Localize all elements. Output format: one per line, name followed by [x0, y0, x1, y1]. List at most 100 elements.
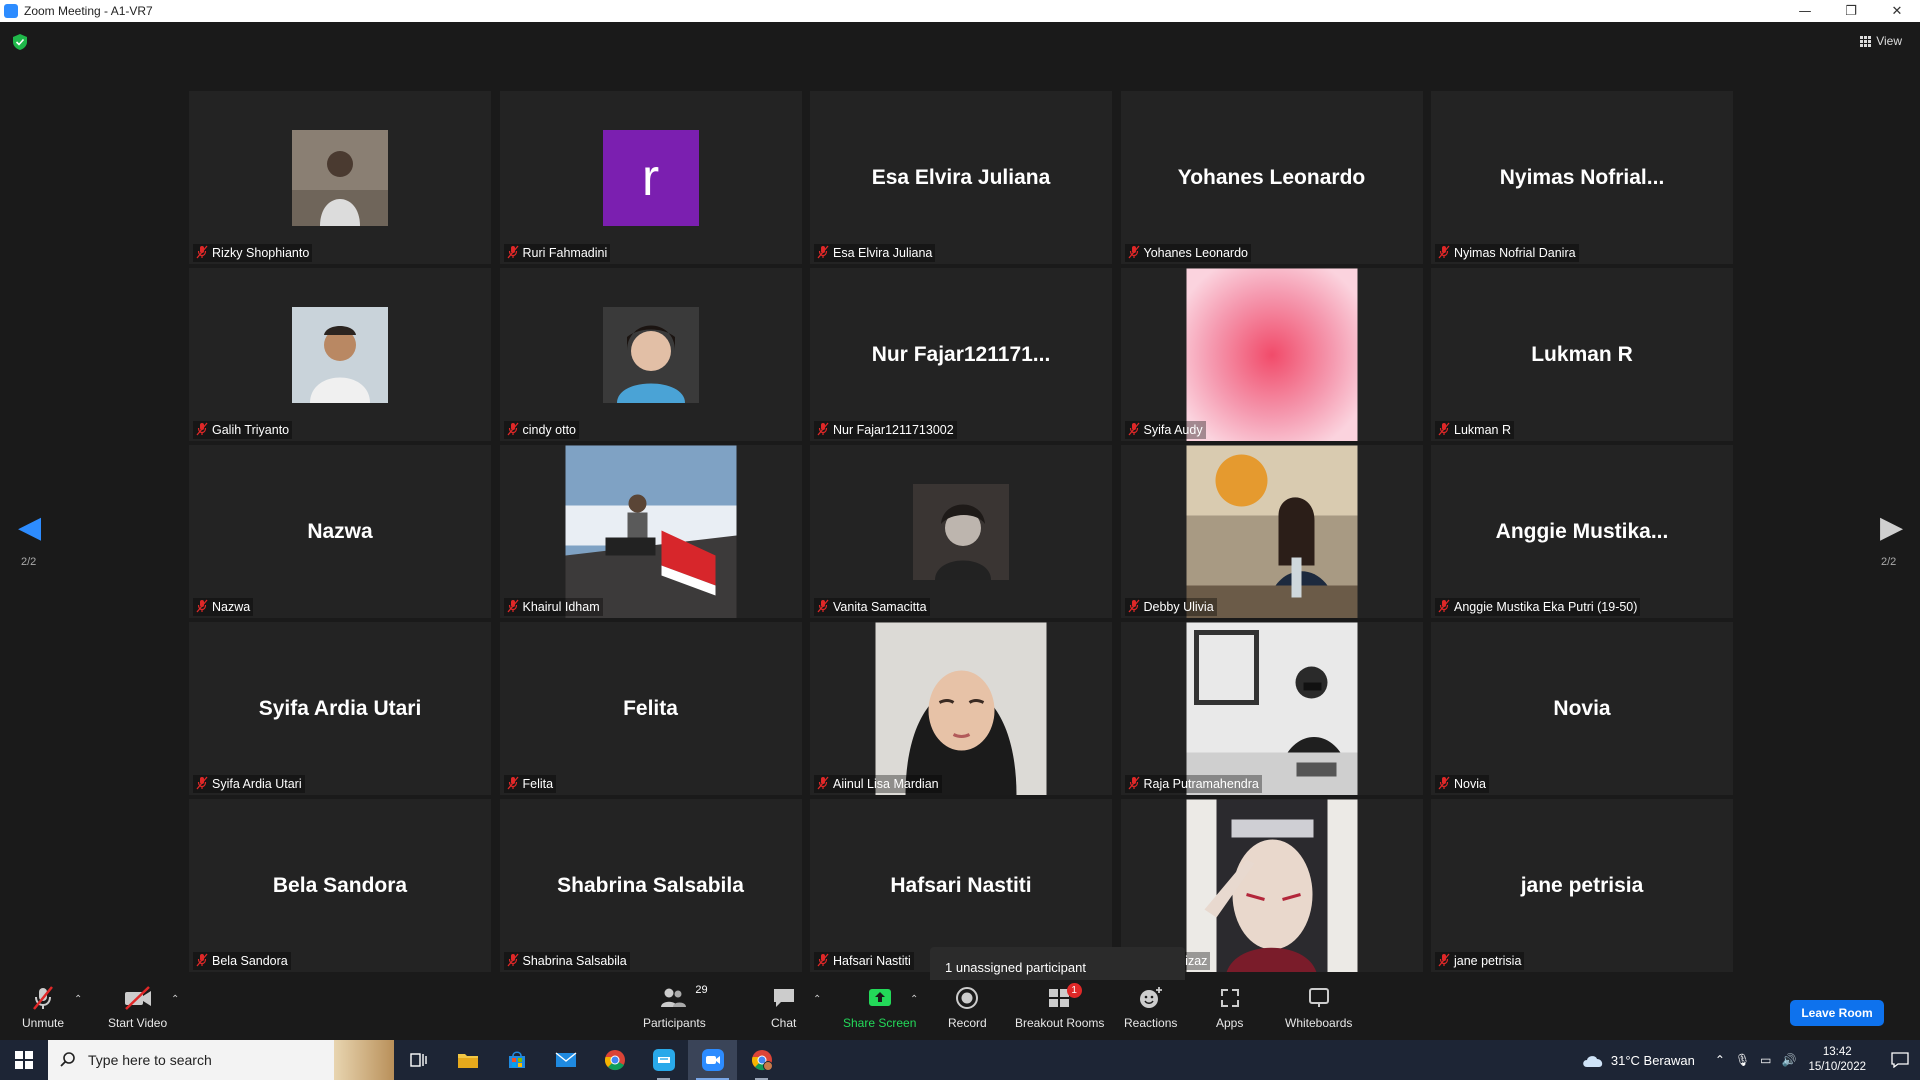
meeting-toolbar: Unmute ⌃ Start Video ⌃ 29 Participants C…: [0, 980, 1920, 1040]
start-video-button[interactable]: Start Video: [108, 984, 167, 1030]
participant-tile[interactable]: Debby Ulivia: [1120, 445, 1423, 618]
participant-name: Debby Ulivia: [1143, 600, 1214, 614]
participant-tile[interactable]: cindy otto: [499, 268, 802, 441]
profile-photo: [1186, 622, 1357, 795]
participant-tile[interactable]: Bela Sandora Bela Sandora: [189, 799, 491, 972]
participant-tile[interactable]: Nyimas Nofrial... Nyimas Nofrial Danira: [1431, 91, 1733, 264]
participant-tile[interactable]: Khairul Idham: [499, 445, 802, 618]
share-options-caret-icon[interactable]: ⌃: [910, 994, 918, 1005]
minimize-button[interactable]: —: [1782, 0, 1828, 22]
participant-name-label: Vanita Samacitta: [814, 598, 930, 616]
participant-tile[interactable]: Nazwa Nazwa: [189, 445, 491, 618]
windows-taskbar: Type here to search 31°C Berawan ⌃ 🎙 ▭ 🔊: [0, 1040, 1920, 1080]
audio-options-caret-icon[interactable]: ⌃: [74, 994, 82, 1005]
participant-name-label: Nazwa: [193, 598, 254, 616]
previous-page-arrow-icon[interactable]: ◀: [18, 510, 41, 545]
participant-name-label: Novia: [1435, 775, 1489, 793]
participant-name: Khairul Idham: [522, 600, 600, 614]
muted-microphone-icon: [1128, 776, 1140, 793]
muted-microphone-icon: [817, 245, 829, 262]
reactions-button[interactable]: Reactions: [1124, 984, 1177, 1030]
participant-tile[interactable]: Lukman R Lukman R: [1431, 268, 1733, 441]
participant-display-name: Lukman R: [1531, 342, 1633, 366]
clock[interactable]: 13:42 15/10/2022: [1808, 1045, 1866, 1075]
restore-button[interactable]: ❐: [1828, 0, 1874, 22]
chevron-up-icon[interactable]: ⌃: [1715, 1053, 1725, 1067]
mail-icon[interactable]: [541, 1040, 590, 1080]
participant-tile[interactable]: Syifa Ardia Utari Syifa Ardia Utari: [189, 622, 491, 795]
participant-name-label: Syifa Audy: [1124, 421, 1206, 439]
view-button[interactable]: View: [1860, 34, 1902, 48]
chat-options-caret-icon[interactable]: ⌃: [813, 994, 821, 1005]
record-button[interactable]: Record: [948, 984, 987, 1030]
profile-photo: [875, 622, 1047, 795]
participant-tile[interactable]: Rizky Shophianto: [189, 91, 491, 264]
breakout-badge: 1: [1066, 983, 1082, 998]
profile-photo: [1186, 799, 1357, 972]
windows-start-icon[interactable]: [0, 1040, 48, 1080]
participant-tile[interactable]: Aiinul Lisa Mardian: [810, 622, 1112, 795]
participant-tile[interactable]: Anggie Mustika... Anggie Mustika Eka Putr…: [1431, 445, 1733, 618]
participant-tile[interactable]: Yohanes Leonardo Yohanes Leonardo: [1120, 91, 1423, 264]
participant-tile[interactable]: Esa Elvira Juliana Esa Elvira Juliana: [810, 91, 1112, 264]
chat-button[interactable]: Chat: [771, 984, 796, 1030]
breakout-rooms-button[interactable]: 1 Breakout Rooms: [1015, 983, 1104, 1030]
chrome-icon[interactable]: [590, 1040, 639, 1080]
participant-name: jane petrisia: [1454, 954, 1522, 968]
muted-microphone-icon: [817, 599, 829, 616]
participant-name: Ruri Fahmadini: [522, 246, 608, 260]
participants-button[interactable]: 29 Participants: [643, 984, 708, 1030]
whiteboards-button[interactable]: Whiteboards: [1285, 984, 1352, 1030]
participant-name-label: Lukman R: [1435, 421, 1514, 439]
zoom-taskbar-icon[interactable]: [688, 1040, 737, 1080]
tray-icons: ⌃ 🎙 ▭ 🔊: [1715, 1053, 1797, 1067]
unmute-button[interactable]: Unmute: [22, 984, 64, 1030]
participant-tile[interactable]: r Ruri Fahmadini: [499, 91, 802, 264]
microsoft-store-icon[interactable]: [492, 1040, 541, 1080]
share-screen-icon: [867, 984, 893, 1012]
messenger-app-icon[interactable]: [639, 1040, 688, 1080]
participant-tile[interactable]: Nur Fajar121171... Nur Fajar1211713002: [810, 268, 1112, 441]
microphone-muted-icon: [30, 984, 56, 1012]
microphone-icon[interactable]: 🎙: [1735, 1053, 1750, 1067]
participant-tile[interactable]: Syifa Audy: [1120, 268, 1423, 441]
participant-name: Rizky Shophianto: [212, 246, 310, 260]
window-title: Zoom Meeting - A1-VR7: [24, 4, 153, 18]
leave-room-button[interactable]: Leave Room: [1790, 1000, 1884, 1026]
participant-tile[interactable]: Novia Novia: [1431, 622, 1733, 795]
participant-tile[interactable]: Galih Triyanto: [189, 268, 491, 441]
share-screen-button[interactable]: Share Screen: [843, 984, 916, 1030]
profile-photo: [565, 445, 736, 618]
network-icon[interactable]: ▭: [1760, 1053, 1771, 1067]
window-controls: — ❐ ✕: [1782, 0, 1920, 22]
notification-icon[interactable]: [1880, 1052, 1920, 1068]
muted-microphone-icon: [1128, 245, 1140, 262]
participant-name: Novia: [1454, 777, 1486, 791]
close-button[interactable]: ✕: [1874, 0, 1920, 22]
video-options-caret-icon[interactable]: ⌃: [171, 994, 179, 1005]
weather-widget[interactable]: 31°C Berawan: [1581, 1052, 1695, 1068]
record-icon: [955, 984, 979, 1012]
participant-tile[interactable]: Felita Felita: [499, 622, 802, 795]
search-highlight-image: [334, 1040, 394, 1080]
participant-tile[interactable]: Vanita Samacitta: [810, 445, 1112, 618]
participant-name: Bela Sandora: [212, 954, 288, 968]
next-page-arrow-icon[interactable]: ▶: [1880, 510, 1903, 545]
apps-button[interactable]: Apps: [1216, 984, 1243, 1030]
file-explorer-icon[interactable]: [443, 1040, 492, 1080]
chrome-profile-icon[interactable]: [737, 1040, 786, 1080]
participant-tile[interactable]: jane petrisia jane petrisia: [1431, 799, 1733, 972]
clock-time: 13:42: [1822, 1046, 1852, 1058]
participant-tile[interactable]: Shabrina Salsabila Shabrina Salsabila: [499, 799, 802, 972]
participants-count: 29: [695, 984, 708, 996]
smiley-plus-icon: [1138, 984, 1164, 1012]
search-placeholder: Type here to search: [88, 1052, 212, 1068]
participant-display-name: Felita: [623, 696, 678, 720]
participant-tile[interactable]: Raja Putramahendra: [1120, 622, 1423, 795]
shield-icon[interactable]: [13, 34, 27, 50]
task-view-icon[interactable]: [394, 1040, 443, 1080]
volume-icon[interactable]: 🔊: [1781, 1053, 1796, 1067]
participant-display-name: Yohanes Leonardo: [1177, 165, 1366, 189]
taskbar-search[interactable]: Type here to search: [48, 1040, 394, 1080]
muted-microphone-icon: [1128, 599, 1140, 616]
